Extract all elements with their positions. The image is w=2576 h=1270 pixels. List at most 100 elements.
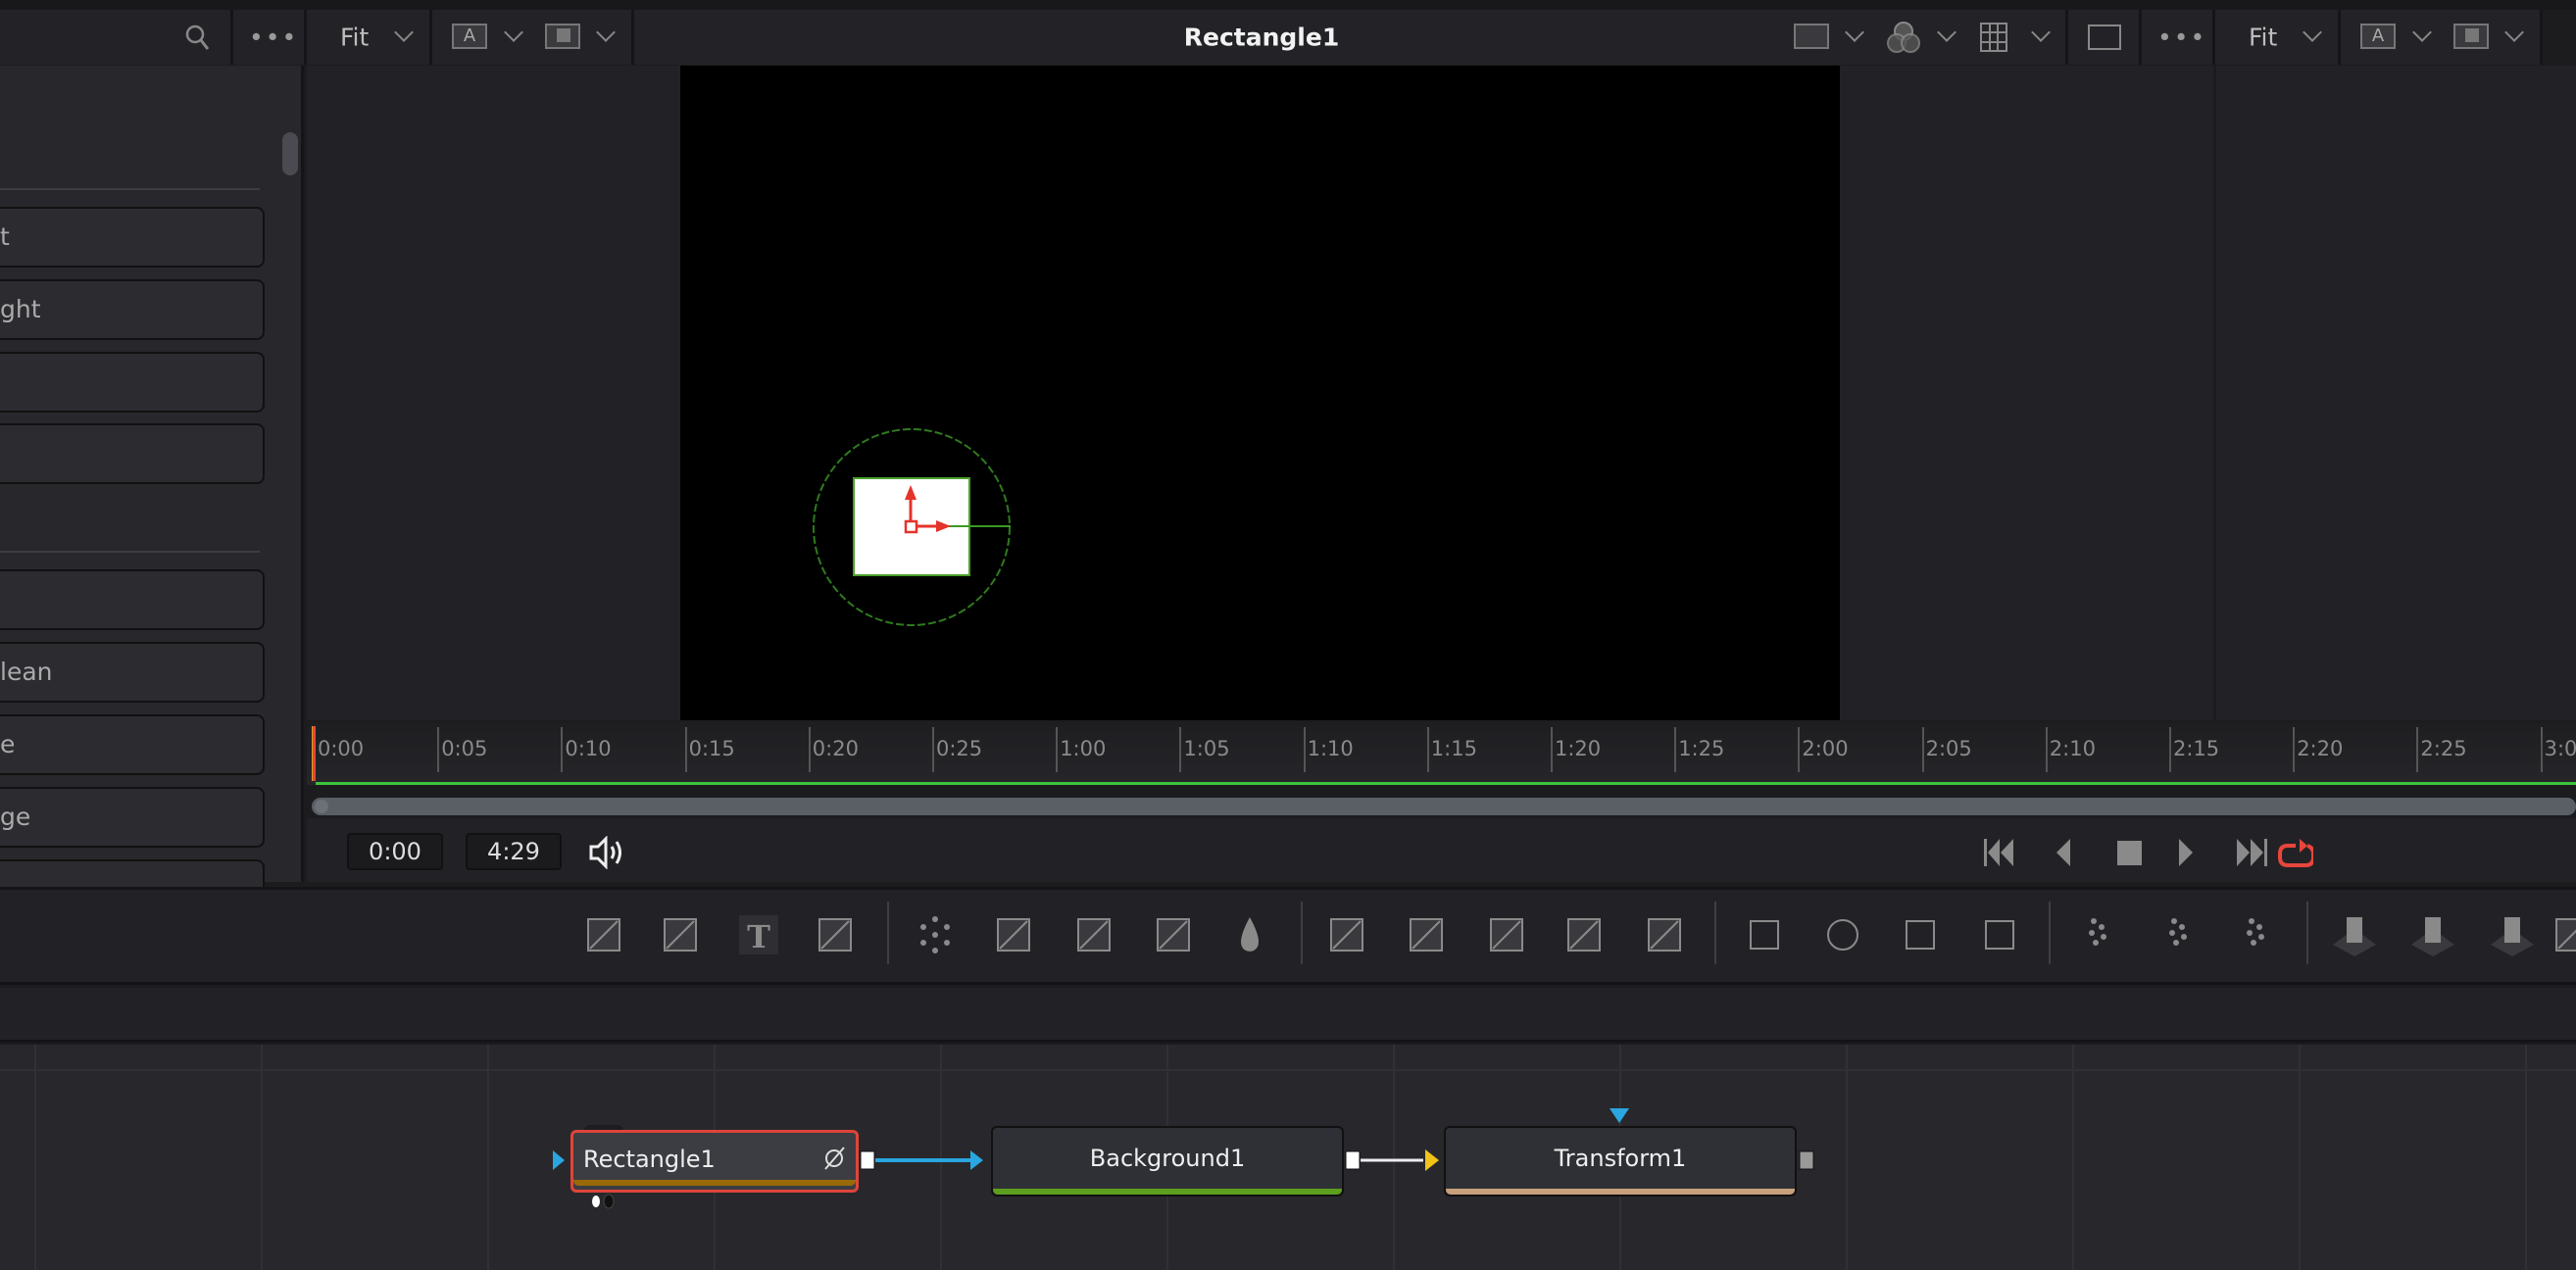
overlay-button[interactable]: [2453, 24, 2489, 49]
chevron-down-icon[interactable]: [2412, 23, 2432, 42]
chevron-down-icon[interactable]: [2504, 23, 2524, 42]
input-arrow-icon[interactable]: [970, 1150, 983, 1170]
node-transform1[interactable]: Transform1: [1444, 1126, 1797, 1197]
image-plane-3d-icon[interactable]: [2331, 911, 2378, 958]
end-time-field[interactable]: 4:29: [466, 833, 562, 870]
node-background1[interactable]: Background1: [991, 1126, 1344, 1197]
channel-a-button[interactable]: A: [2360, 24, 2396, 49]
ruler-tick: [808, 727, 811, 772]
ruler-tick-label: 1:15: [1430, 737, 1477, 760]
polygon-mask-icon[interactable]: [1897, 911, 1944, 958]
left-panel-button[interactable]: lean: [0, 642, 265, 703]
go-to-start-icon[interactable]: [1984, 839, 2013, 866]
ruler-tick-label: 0:05: [441, 737, 488, 760]
ruler-tick: [561, 727, 564, 772]
roi-icon[interactable]: [1794, 24, 1829, 49]
background-input-icon[interactable]: [1425, 1149, 1439, 1171]
left-panel-button[interactable]: [0, 569, 265, 630]
blur-icon[interactable]: [912, 911, 959, 958]
particle-emitter-icon[interactable]: [2074, 911, 2121, 958]
chevron-down-icon[interactable]: [2031, 23, 2051, 42]
left-panel-button[interactable]: ge: [0, 787, 265, 848]
particle-render-icon[interactable]: [2155, 911, 2202, 958]
ruler-tick: [1798, 727, 1801, 772]
toolbar-divider: [1714, 902, 1716, 964]
fit-label: Fit: [340, 23, 370, 52]
chevron-down-icon[interactable]: [504, 23, 523, 42]
shape-3d-icon[interactable]: [2409, 911, 2456, 958]
output-port[interactable]: [1799, 1150, 1814, 1170]
go-to-end-icon[interactable]: [2237, 839, 2267, 866]
left-panel-button[interactable]: t: [0, 207, 265, 268]
color-curves-icon[interactable]: [990, 911, 1037, 958]
left-options-button[interactable]: •••: [233, 10, 307, 65]
output-port[interactable]: [1345, 1150, 1361, 1170]
bspline-mask-icon[interactable]: [1976, 911, 2023, 958]
toolbar-divider: [1301, 902, 1303, 964]
particle-region-icon[interactable]: [2232, 911, 2279, 958]
viewer-2[interactable]: [2216, 66, 2576, 720]
playhead[interactable]: [312, 726, 316, 781]
loop-icon[interactable]: [2278, 844, 2313, 867]
left-panel-button[interactable]: [0, 423, 265, 484]
toolbar-divider: [2306, 902, 2308, 964]
left-panel-button[interactable]: e: [0, 714, 265, 775]
ruler-tick-label: 2:00: [1802, 737, 1849, 760]
brightness-contrast-icon[interactable]: [1150, 911, 1197, 958]
rectangle-mask-icon[interactable]: [1741, 911, 1788, 958]
paint-icon[interactable]: [812, 911, 859, 958]
zoom-fit-dropdown-2[interactable]: Fit: [2215, 10, 2341, 65]
chevron-down-icon[interactable]: [596, 23, 616, 42]
search-icon[interactable]: [184, 24, 212, 53]
background-icon[interactable]: [580, 911, 627, 958]
node-label: Transform1: [1554, 1145, 1687, 1172]
ruler-tick-label: 1:00: [1060, 737, 1107, 760]
text-icon[interactable]: T: [735, 911, 782, 958]
ruler-tick: [2540, 727, 2543, 772]
ruler-tick: [2416, 727, 2419, 772]
ruler-tick: [1551, 727, 1553, 772]
zoom-fit-dropdown[interactable]: Fit: [307, 10, 432, 65]
merge-icon[interactable]: [1323, 911, 1370, 958]
output-port[interactable]: [860, 1150, 875, 1170]
transport-controls: [1984, 839, 2313, 867]
timeline-scrollbar[interactable]: [312, 798, 2576, 815]
speaker-icon[interactable]: [588, 836, 627, 869]
stop-icon[interactable]: [2117, 841, 2142, 865]
channel-a-button[interactable]: A: [452, 24, 487, 49]
viewer2-options-group: A: [2341, 10, 2543, 65]
color-correct-icon[interactable]: [1070, 911, 1117, 958]
chevron-down-icon[interactable]: [1937, 23, 1957, 42]
text-3d-icon[interactable]: [2489, 911, 2536, 958]
current-time-field[interactable]: 0:00: [347, 833, 443, 870]
view-toggle-icon[interactable]: [820, 1145, 848, 1172]
matte-control-icon[interactable]: [1483, 911, 1530, 958]
viewer-canvas[interactable]: [680, 66, 1840, 720]
color-channels-icon[interactable]: [1885, 20, 1922, 57]
fast-noise-icon[interactable]: [657, 911, 704, 958]
scrollbar-thumb[interactable]: [282, 132, 298, 175]
center-handle[interactable]: [904, 519, 918, 534]
node-rectangle1[interactable]: Rectangle1: [570, 1130, 859, 1193]
play-icon[interactable]: [2179, 839, 2193, 866]
effect-mask-input-icon[interactable]: [1610, 1108, 1629, 1123]
viewer-options-button[interactable]: •••: [2142, 10, 2215, 65]
overlay-button[interactable]: [545, 24, 580, 49]
grid-icon[interactable]: [1980, 23, 2007, 52]
ellipse-mask-icon[interactable]: [1819, 911, 1866, 958]
luma-keyer-icon[interactable]: [1560, 911, 1608, 958]
reverse-play-icon[interactable]: [2056, 839, 2070, 866]
frame-button[interactable]: [2068, 10, 2142, 65]
left-panel-button[interactable]: ght: [0, 279, 265, 340]
input-arrow-icon[interactable]: [553, 1150, 565, 1170]
transform-icon[interactable]: [1641, 911, 1688, 958]
ruler-tick: [1179, 727, 1182, 772]
multi-merge-icon[interactable]: [1403, 911, 1450, 958]
color-drop-icon[interactable]: [1226, 911, 1273, 958]
node-editor-header: [0, 988, 2576, 1043]
left-panel-button[interactable]: [0, 352, 265, 413]
unknown-icon[interactable]: [2549, 911, 2576, 958]
ruler-tick: [2045, 727, 2048, 772]
chevron-down-icon: [2303, 23, 2322, 42]
ruler-tick: [684, 727, 687, 772]
